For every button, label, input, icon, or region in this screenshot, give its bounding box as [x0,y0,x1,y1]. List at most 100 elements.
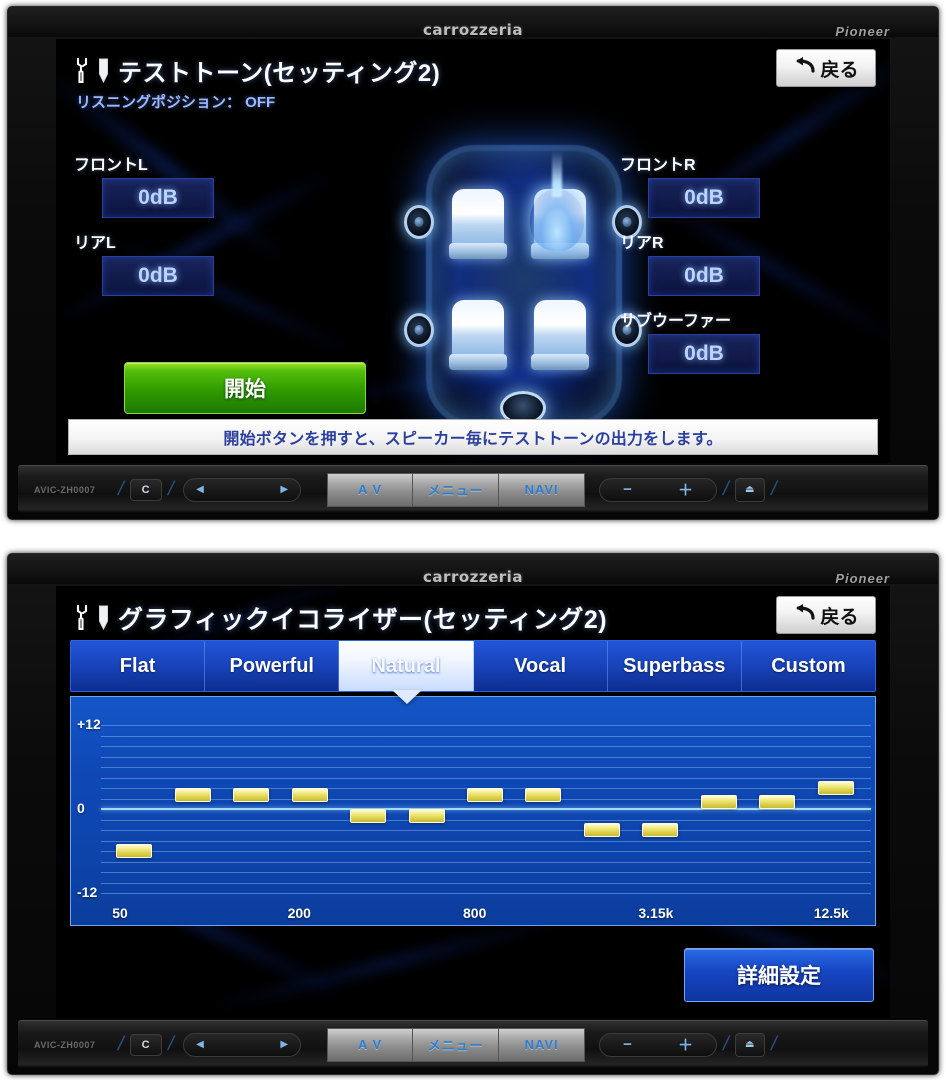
wrench-screwdriver-icon-2 [74,605,109,631]
eq-gridline [101,861,871,863]
accent-slash-4: / [768,478,779,500]
track-seek-pad-2[interactable]: ◀ ▶ [183,1032,302,1057]
channel-rear-right[interactable]: リアR 0dB [620,229,760,296]
channel-front-right-label: フロントR [620,157,696,174]
eq-y-tick-0: 0 [77,800,85,816]
head-unit-equalizer: carrozzeria Pioneer グラフィックイコライザー(セッティング2… [7,553,939,1075]
eq-band-slider[interactable] [350,809,387,823]
back-button[interactable]: 戻る [776,49,876,87]
start-button-label: 開始 [224,378,266,401]
volume-up-icon[interactable]: ＋ [678,479,693,500]
eq-band-slider[interactable] [642,823,679,837]
channel-front-right-value[interactable]: 0dB [648,178,760,218]
eq-preset-tab-label: Powerful [229,654,314,677]
page-title-2: グラフィックイコライザー(セッティング2) [118,606,608,634]
eq-gridline [101,893,871,894]
hardware-control-bar-top: AVIC-ZH0007 / C / ◀ ▶ A V メニュー NAVI − ＋ … [18,465,928,513]
eq-preset-tab-vocal[interactable]: Vocal [473,641,608,691]
volume-down-icon[interactable]: − [623,481,632,498]
accent-slash-3: / [720,478,732,500]
seat-rear-left [449,300,507,370]
title-row-2: グラフィックイコライザー(セッティング2) [74,600,607,636]
screen-test-tone: テストトーン(セッティング2) リスニングポジション： OFF 戻る フロントL… [56,39,890,463]
seat-rear-right [531,300,589,370]
eq-band-slider[interactable] [233,788,270,802]
eq-y-tick-+12: +12 [77,716,101,732]
eq-preset-tab-powerful[interactable]: Powerful [205,641,340,691]
menu-button-2[interactable]: メニュー [413,1027,500,1062]
eq-gridline [101,725,871,726]
seat-front-left [449,189,507,259]
eq-gridline [101,756,871,758]
av-button-2[interactable]: A V [327,1027,414,1062]
eq-band-slider[interactable] [408,809,445,823]
eq-x-tick-3.15k: 3.15k [638,905,674,921]
back-arrow-icon [793,56,817,81]
eq-preset-tab-label: Custom [771,654,846,677]
force-eject-button[interactable]: C [129,478,162,501]
back-button-label-2: 戻る [820,606,859,628]
volume-pad[interactable]: − ＋ [599,477,718,502]
wrench-screwdriver-icon [74,57,109,84]
seek-back-icon-2[interactable]: ◀ [196,1039,204,1050]
channel-rear-left[interactable]: リアL 0dB [74,229,214,296]
eq-preset-tab-superbass[interactable]: Superbass [607,641,742,691]
channel-front-left-value[interactable]: 0dB [102,178,214,218]
force-eject-button-2[interactable]: C [129,1033,162,1056]
eq-preset-tab-natural[interactable]: Natural [339,641,474,691]
eq-gridline [101,882,871,884]
channel-front-left-label: フロントL [74,157,148,174]
pioneer-logo: Pioneer [835,24,890,39]
detail-settings-button[interactable]: 詳細設定 [684,948,874,1002]
eq-band-slider[interactable] [291,788,328,802]
screenshot-root: carrozzeria Pioneer テストトーン(セッティング2) リスニン… [0,0,946,1080]
channel-subwoofer-value[interactable]: 0dB [648,334,760,374]
volume-down-icon-2[interactable]: − [623,1036,632,1053]
channel-rear-right-value[interactable]: 0dB [648,256,760,296]
eq-band-slider[interactable] [700,795,737,809]
hardware-control-bar-bottom: AVIC-ZH0007 / C / ◀ ▶ A V メニュー NAVI − ＋ … [18,1020,928,1068]
title-row: テストトーン(セッティング2) [74,53,440,88]
eq-band-slider[interactable] [467,788,503,802]
eq-preset-tab-label: Flat [119,654,156,677]
car-body-outline [426,145,622,427]
volume-up-icon-2[interactable]: ＋ [678,1034,693,1055]
eq-band-slider[interactable] [525,788,562,802]
channel-subwoofer-label: サブウーファー [620,313,732,330]
speaker-rear-left-icon [404,313,434,347]
seek-forward-icon[interactable]: ▶ [280,484,288,495]
eq-band-slider[interactable] [116,844,153,858]
channel-front-left[interactable]: フロントL 0dB [74,151,214,218]
eject-button-2[interactable]: ⏏ [734,1032,765,1057]
volume-pad-2[interactable]: − ＋ [599,1032,718,1057]
channel-front-right[interactable]: フロントR 0dB [620,151,760,218]
seek-back-icon[interactable]: ◀ [196,484,204,495]
eq-preset-tab-custom[interactable]: Custom [741,641,875,691]
av-button[interactable]: A V [327,472,414,507]
eq-x-tick-50: 50 [112,905,128,921]
back-button-2[interactable]: 戻る [776,596,876,634]
model-number-label-2: AVIC-ZH0007 [34,1039,96,1050]
menu-button[interactable]: メニュー [413,472,500,507]
eq-preset-tab-flat[interactable]: Flat [71,641,206,691]
model-number-label: AVIC-ZH0007 [34,484,96,495]
seek-forward-icon-2[interactable]: ▶ [280,1039,288,1050]
eq-band-slider[interactable] [817,781,854,795]
track-seek-pad[interactable]: ◀ ▶ [183,477,302,502]
eq-gridline [101,777,871,779]
start-button[interactable]: 開始 [124,362,366,414]
eq-gridline [101,830,871,831]
eject-button[interactable]: ⏏ [734,477,765,502]
accent-slash-7: / [720,1033,732,1055]
eq-band-slider[interactable] [583,823,620,837]
channel-rear-left-value[interactable]: 0dB [102,256,214,296]
eq-graph-panel[interactable]: +12 0 -12 50 200 800 3.15k 12.5k [70,696,876,926]
eq-band-slider[interactable] [759,795,796,809]
navi-button-2[interactable]: NAVI [499,1027,586,1062]
eq-x-tick-200: 200 [287,905,311,921]
eq-band-slider[interactable] [174,788,211,802]
navi-button[interactable]: NAVI [499,472,586,507]
accent-slash-2: / [165,478,176,500]
channel-subwoofer[interactable]: サブウーファー 0dB [620,307,760,374]
eq-gridlines [71,697,875,925]
